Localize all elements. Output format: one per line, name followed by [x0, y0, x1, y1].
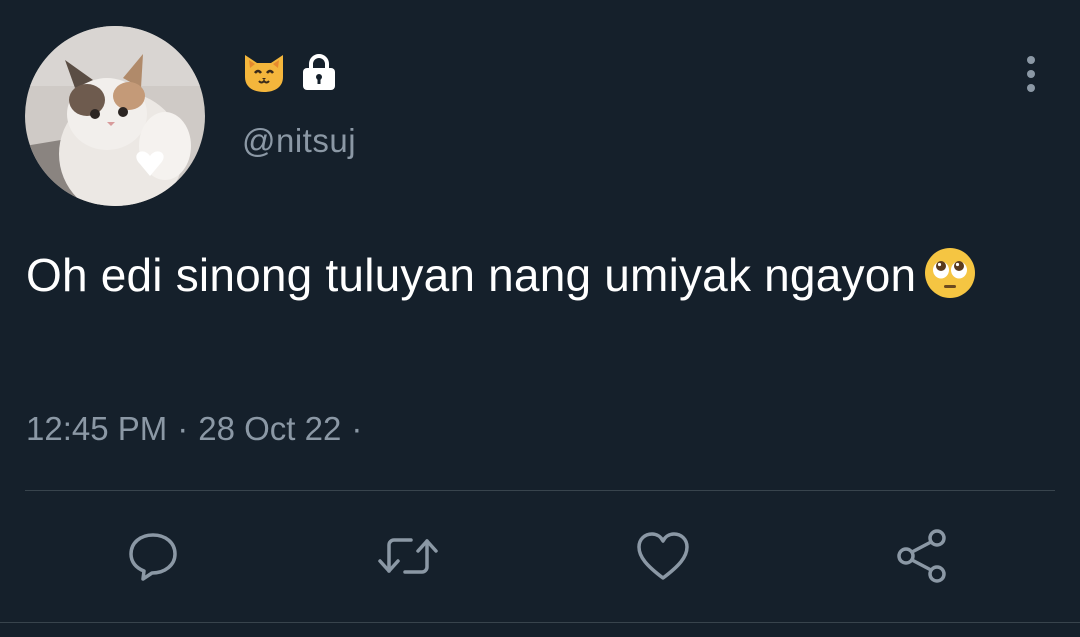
- retweet-icon: [377, 529, 439, 588]
- retweet-button[interactable]: [378, 528, 438, 588]
- tweet-date: 28 Oct 22: [198, 410, 342, 447]
- avatar[interactable]: [25, 26, 205, 206]
- divider: [25, 490, 1055, 491]
- pleading-eyes-emoji-icon: [924, 247, 976, 318]
- cat-face-emoji-icon: [241, 51, 287, 93]
- reply-button[interactable]: [123, 528, 183, 588]
- reply-icon: [126, 529, 180, 588]
- tweet-card: @nitsuj Oh edi sinong tuluyan nang umiya…: [0, 0, 1080, 637]
- like-button[interactable]: [633, 528, 693, 588]
- meta-separator-trailing: ·: [351, 410, 363, 447]
- bottom-divider: [0, 622, 1080, 623]
- author-name-row[interactable]: [241, 50, 337, 94]
- share-icon: [894, 528, 950, 589]
- tweet-body: Oh edi sinong tuluyan nang umiyak ngayon: [26, 249, 917, 301]
- lock-icon: [301, 53, 337, 91]
- tweet-time: 12:45 PM: [26, 410, 168, 447]
- meta-separator: ·: [177, 410, 189, 447]
- more-options-icon[interactable]: [1018, 54, 1044, 94]
- tweet-text: Oh edi sinong tuluyan nang umiyak ngayon: [26, 240, 1036, 318]
- tweet-timestamp[interactable]: 12:45 PM · 28 Oct 22 ·: [26, 410, 372, 448]
- heart-icon: [635, 530, 691, 587]
- share-button[interactable]: [892, 528, 952, 588]
- author-handle[interactable]: @nitsuj: [242, 122, 356, 160]
